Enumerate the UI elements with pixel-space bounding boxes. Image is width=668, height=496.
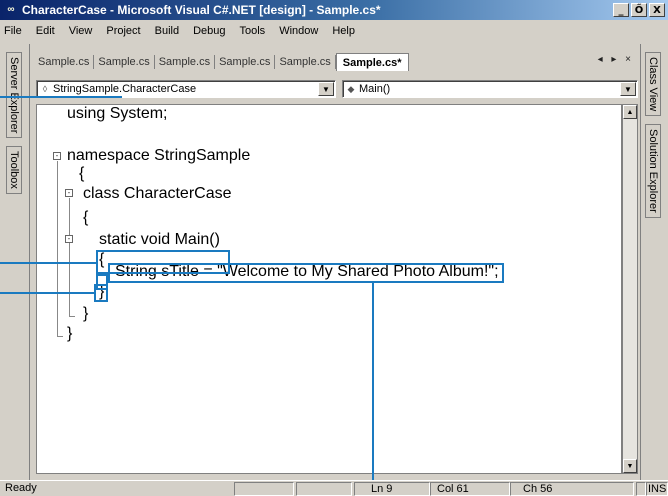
doc-tab-active[interactable]: Sample.cs* (335, 53, 409, 71)
chevron-down-icon[interactable]: ▼ (620, 82, 636, 96)
doc-tab[interactable]: Sample.cs (275, 55, 336, 69)
menu-tools[interactable]: Tools (233, 25, 273, 37)
menu-help[interactable]: Help (325, 25, 362, 37)
menu-file[interactable]: File (0, 25, 29, 37)
callout-leader (372, 283, 374, 480)
status-ready: Ready (5, 482, 37, 494)
scroll-up-icon[interactable]: ▲ (623, 105, 637, 119)
right-tool-strip: Class View Solution Explorer (640, 44, 668, 480)
collapse-icon[interactable]: - (65, 235, 73, 243)
code-line: using System; (67, 105, 168, 122)
menu-bar: File Edit View Project Build Debug Tools… (0, 20, 668, 42)
toolbox-tab[interactable]: Toolbox (6, 146, 22, 194)
close-button[interactable]: X (649, 3, 665, 17)
menu-view[interactable]: View (62, 25, 100, 37)
menu-debug[interactable]: Debug (186, 25, 232, 37)
doc-tab[interactable]: Sample.cs (34, 55, 95, 69)
title-bar: ∞ CharacterCase - Microsoft Visual C#.NE… (0, 0, 668, 20)
doc-tab[interactable]: Sample.cs (94, 55, 155, 69)
collapse-icon[interactable]: - (53, 152, 61, 160)
app-icon[interactable]: ∞ (3, 3, 19, 17)
code-line: { (83, 209, 89, 226)
code-line: class CharacterCase (83, 185, 232, 202)
menu-build[interactable]: Build (148, 25, 186, 37)
callout-leader (0, 96, 122, 98)
vertical-scrollbar[interactable]: ▲ ▼ (622, 104, 638, 474)
menu-project[interactable]: Project (99, 25, 147, 37)
collapse-icon[interactable]: - (65, 189, 73, 197)
code-line: { (79, 165, 85, 182)
class-icon: ◊ (42, 84, 48, 94)
code-line: static void Main() (99, 231, 220, 248)
class-view-tab[interactable]: Class View (645, 52, 661, 117)
tab-navigation-icons[interactable]: ◂ ▸ × (598, 54, 634, 65)
member-dropdown[interactable]: ◆ Main() ▼ (342, 80, 638, 98)
window-controls: _ Ő X (611, 3, 665, 17)
scroll-down-icon[interactable]: ▼ (623, 459, 637, 473)
minimize-button[interactable]: _ (613, 3, 629, 17)
status-column: Col 61 (430, 482, 510, 496)
outline-gutter (37, 105, 53, 473)
maximize-button[interactable]: Ő (631, 3, 647, 17)
outline-tick (69, 316, 75, 317)
status-insert-mode: INS (646, 482, 668, 496)
outline-line (69, 244, 70, 292)
solution-explorer-tab[interactable]: Solution Explorer (645, 124, 661, 218)
callout-leader (0, 262, 96, 264)
status-pane-empty (296, 482, 352, 496)
code-line: } (67, 325, 73, 342)
method-icon: ◆ (347, 83, 355, 94)
class-dropdown-value: StringSample.CharacterCase (53, 83, 197, 95)
status-bar: Ready Ln 9 Col 61 Ch 56 INS (0, 480, 668, 496)
member-dropdown-value: Main() (359, 83, 391, 95)
callout-statement (108, 263, 504, 283)
document-tabs: Sample.cs Sample.cs Sample.cs Sample.cs … (34, 52, 640, 72)
doc-tab[interactable]: Sample.cs (215, 55, 276, 69)
menu-edit[interactable]: Edit (29, 25, 62, 37)
code-line: namespace StringSample (67, 147, 251, 164)
doc-tab[interactable]: Sample.cs (155, 55, 216, 69)
outline-tick (57, 336, 63, 337)
callout-leader (0, 292, 94, 294)
code-editor[interactable]: - - - using System; namespace StringSamp… (36, 104, 622, 474)
status-pane-empty (234, 482, 294, 496)
outline-line (57, 161, 58, 337)
code-line: } (83, 305, 89, 322)
window-title: CharacterCase - Microsoft Visual C#.NET … (22, 3, 381, 17)
menu-window[interactable]: Window (272, 25, 325, 37)
status-line: Ln 9 (354, 482, 430, 496)
callout-close-brace (94, 284, 108, 302)
status-pane-empty (636, 482, 646, 496)
chevron-down-icon[interactable]: ▼ (318, 82, 334, 96)
status-char: Ch 56 (510, 482, 634, 496)
